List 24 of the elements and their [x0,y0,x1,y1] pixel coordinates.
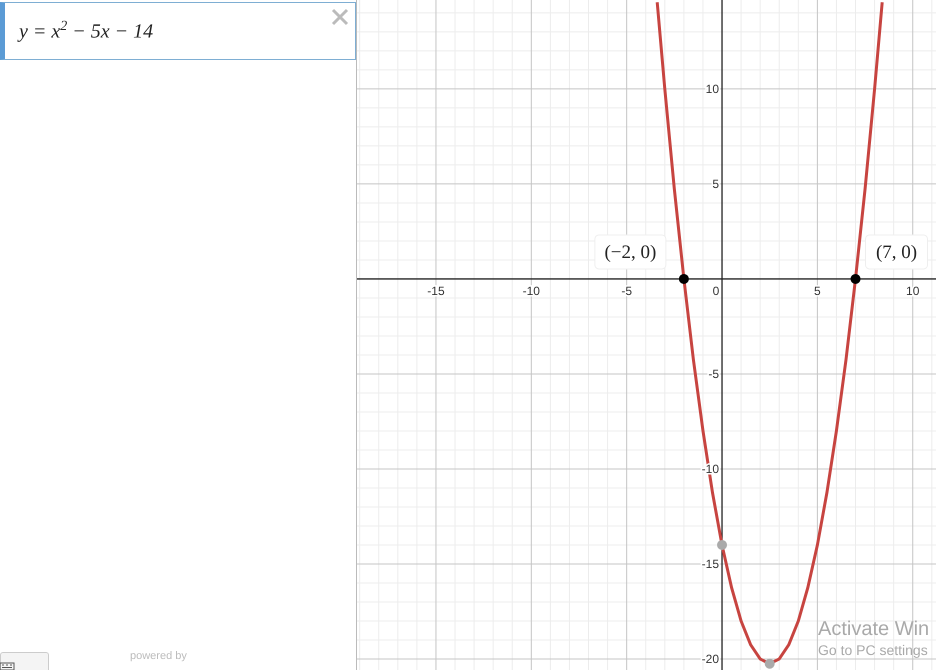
intercept-point[interactable] [678,274,689,284]
point-label: (−2, 0) [604,242,656,263]
x-tick-label: 5 [814,284,821,298]
x-tick-label: -15 [427,284,445,298]
intercept-point[interactable] [850,274,861,284]
activation-title: Activate Win [818,617,930,641]
y-tick-label: -20 [702,652,720,666]
powered-by-text: powered by [130,650,187,662]
expression-row[interactable]: y = x$^{2}$ − 5x − 14 [0,2,356,60]
y-tick-label: -5 [708,366,720,381]
x-tick-label: -5 [621,284,632,298]
y-tick-label: 5 [712,176,720,191]
expression-text: y = x$^{2}$ − 5x − 14 [19,18,154,44]
x-tick-label: 0 [712,284,720,298]
curve-point[interactable] [717,540,728,550]
curve-point[interactable] [764,658,775,669]
activation-subtitle: Go to PC settings [818,641,929,659]
x-tick-label: 10 [906,284,920,298]
y-tick-label: -15 [702,556,720,571]
keyboard-button[interactable] [0,652,49,670]
point-label: (7, 0) [876,242,918,263]
x-tick-label: -10 [522,284,540,298]
y-tick-label: 10 [706,82,720,96]
keyboard-icon [0,662,15,670]
